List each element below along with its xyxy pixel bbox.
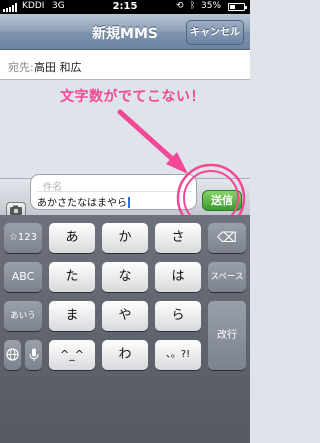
key-ta[interactable]: た: [49, 262, 95, 292]
key-na[interactable]: な: [102, 262, 148, 292]
key-abc[interactable]: ABC: [4, 262, 42, 292]
key-a[interactable]: あ: [49, 223, 95, 253]
key-ka[interactable]: か: [102, 223, 148, 253]
key-ma[interactable]: ま: [49, 301, 95, 331]
message-text: あかさたなはまやら: [37, 198, 127, 209]
compose-divider: [37, 191, 192, 192]
navigation-bar: 新規MMS キャンセル: [0, 14, 250, 50]
status-bar: KDDI 3G 2:15 ⟲ ᛒ 35%: [0, 0, 250, 14]
key-punctuation[interactable]: 、。?!: [155, 340, 201, 370]
key-emoticon[interactable]: ^_^: [49, 340, 95, 370]
keyboard: ☆123 あ か さ ⌫ ABC た な は スペース あいう ま や ら 改行…: [0, 215, 250, 443]
battery-icon: [228, 3, 247, 11]
globe-icon[interactable]: [4, 340, 21, 370]
text-caret: [128, 197, 130, 208]
key-sa[interactable]: さ: [155, 223, 201, 253]
key-wa[interactable]: わ: [102, 340, 148, 370]
key-ra[interactable]: ら: [155, 301, 201, 331]
message-input[interactable]: あかさたなはまやら: [37, 194, 130, 209]
annotation-text: 文字数がでてこない！: [60, 89, 205, 105]
cancel-button[interactable]: キャンセル: [186, 20, 244, 45]
rotation-lock-icon: ⟲: [176, 1, 184, 11]
key-return[interactable]: 改行: [208, 301, 246, 370]
send-button[interactable]: 送信: [202, 190, 242, 211]
compose-box[interactable]: 件名 あかさたなはまやら: [30, 174, 197, 210]
microphone-icon[interactable]: [25, 340, 42, 370]
recipient-name[interactable]: 高田 和広: [34, 59, 82, 75]
key-numbers[interactable]: ☆123: [4, 223, 42, 253]
key-ha[interactable]: は: [155, 262, 201, 292]
key-ya[interactable]: や: [102, 301, 148, 331]
battery-percent: 35%: [201, 1, 222, 11]
recipient-row[interactable]: 宛先: 高田 和広: [0, 50, 250, 80]
backspace-icon[interactable]: ⌫: [208, 223, 246, 253]
key-kana[interactable]: あいう: [4, 301, 42, 331]
key-space[interactable]: スペース: [208, 262, 246, 292]
recipient-label: 宛先:: [8, 61, 34, 74]
bluetooth-icon: ᛒ: [190, 1, 196, 11]
